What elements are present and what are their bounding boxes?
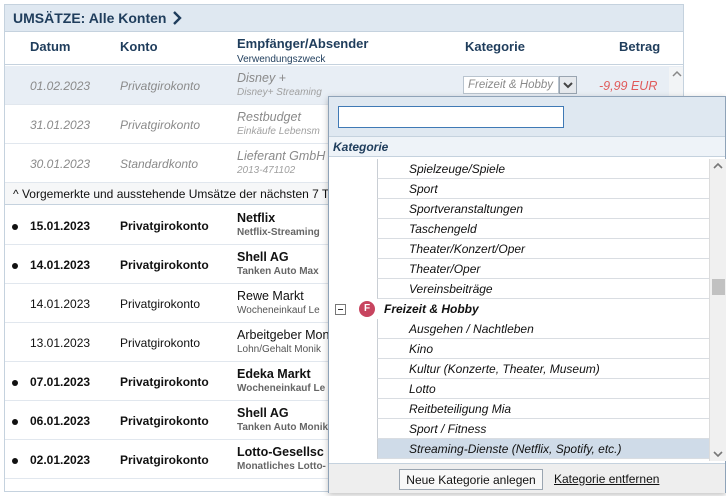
row-account: Privatgirokonto xyxy=(120,414,209,428)
category-item[interactable]: Sport / Fitness xyxy=(377,419,709,439)
unread-dot-icon xyxy=(12,458,18,464)
chevron-right-icon xyxy=(173,11,183,25)
row-purpose: Monatliches Lotto- xyxy=(237,461,326,472)
row-date: 02.01.2023 xyxy=(30,453,91,467)
page-title: UMSÄTZE: Alle Konten xyxy=(13,10,167,26)
row-account: Privatgirokonto xyxy=(120,258,209,272)
category-item[interactable]: Theater/Oper xyxy=(377,259,709,279)
row-purpose: Tanken Auto Max xyxy=(237,266,319,277)
row-purpose: Tanken Auto Monik xyxy=(237,422,329,433)
row-payee: Disney + xyxy=(237,71,286,85)
row-account: Privatgirokonto xyxy=(120,453,209,467)
row-payee: Restbudget xyxy=(237,110,301,124)
category-item[interactable]: Reitbeteiligung Mia xyxy=(377,399,709,419)
row-account: Privatgirokonto xyxy=(120,297,201,311)
col-kategorie[interactable]: Kategorie xyxy=(465,39,525,54)
unread-dot-icon xyxy=(12,419,18,425)
row-payee: Lotto-Gesellsc xyxy=(237,445,324,459)
row-purpose: 2013-471102 xyxy=(237,165,296,176)
category-item[interactable]: Sportveranstaltungen xyxy=(377,199,709,219)
row-date: 31.01.2023 xyxy=(30,118,91,132)
row-payee: Shell AG xyxy=(237,250,289,264)
row-account: Privatgirokonto xyxy=(120,336,201,350)
category-item[interactable]: Theater/Konzert/Oper xyxy=(377,239,709,259)
scrollbar-thumb[interactable] xyxy=(712,279,725,295)
col-datum[interactable]: Datum xyxy=(30,39,70,54)
row-account: Privatgirokonto xyxy=(120,219,209,233)
category-dropdown: Kategorie Spielzeuge/Spiele Sport Sportv… xyxy=(328,96,726,493)
row-purpose: Einkäufe Lebensm xyxy=(237,126,320,137)
remove-category-link[interactable]: Kategorie entfernen xyxy=(554,472,659,486)
category-group-label: Freizeit & Hobby xyxy=(384,302,479,316)
category-item[interactable]: Taschengeld xyxy=(377,219,709,239)
row-account: Privatgirokonto xyxy=(120,118,201,132)
category-item[interactable]: Sport xyxy=(377,179,709,199)
new-category-button[interactable]: Neue Kategorie anlegen xyxy=(399,469,543,490)
row-payee: Netflix xyxy=(237,211,276,225)
row-payee: Shell AG xyxy=(237,406,289,420)
unread-dot-icon xyxy=(12,263,18,269)
dropdown-button[interactable] xyxy=(559,76,577,94)
category-item[interactable]: Spielzeuge/Spiele xyxy=(377,159,709,179)
column-header: Datum Konto Empfänger/Absender Verwendun… xyxy=(5,33,683,65)
category-item-selected[interactable]: Streaming-Dienste (Netflix, Spotify, etc… xyxy=(377,439,709,459)
row-amount: -9,99 EUR xyxy=(599,79,658,93)
row-account: Privatgirokonto xyxy=(120,79,201,93)
category-select[interactable]: Freizeit & Hobby xyxy=(463,76,559,94)
col-verwendungszweck: Verwendungszweck xyxy=(237,54,326,65)
category-item[interactable]: Lotto xyxy=(377,379,709,399)
row-date: 30.01.2023 xyxy=(30,157,91,171)
row-payee: Rewe Markt xyxy=(237,289,304,303)
row-purpose: Netflix-Streaming xyxy=(237,227,320,238)
chevron-down-icon xyxy=(563,82,573,89)
row-date: 14.01.2023 xyxy=(30,297,91,311)
category-search-input[interactable] xyxy=(338,106,564,128)
row-date: 06.01.2023 xyxy=(30,414,91,428)
category-item[interactable]: Ausgehen / Nachtleben xyxy=(377,319,709,339)
scroll-down-icon[interactable] xyxy=(712,449,724,459)
row-date: 01.02.2023 xyxy=(30,79,91,93)
category-list-header: Kategorie xyxy=(329,137,725,157)
row-account: Standardkonto xyxy=(120,157,199,171)
row-date: 07.01.2023 xyxy=(30,375,91,389)
row-payee: Lieferant GmbH xyxy=(237,149,326,163)
row-account: Privatgirokonto xyxy=(120,375,209,389)
row-purpose: Wocheneinkauf Le xyxy=(237,305,320,316)
category-badge-icon: F xyxy=(359,301,375,317)
dropdown-footer: Neue Kategorie anlegen Kategorie entfern… xyxy=(329,463,725,493)
row-payee: Edeka Markt xyxy=(237,367,311,381)
row-purpose: Wocheneinkauf Le xyxy=(237,383,326,394)
row-payee: Arbeitgeber Mon xyxy=(237,328,330,342)
unread-dot-icon xyxy=(12,224,18,230)
category-search-bar xyxy=(329,97,725,137)
collapse-icon[interactable] xyxy=(335,304,346,315)
scroll-up-icon[interactable] xyxy=(712,161,724,171)
category-scrollbar[interactable] xyxy=(709,159,726,461)
category-item[interactable]: Kultur (Konzerte, Theater, Museum) xyxy=(377,359,709,379)
scroll-up-icon[interactable] xyxy=(669,67,684,81)
row-date: 13.01.2023 xyxy=(30,336,91,350)
row-purpose: Disney+ Streaming xyxy=(237,87,322,98)
title-bar[interactable]: UMSÄTZE: Alle Konten xyxy=(5,5,683,32)
row-purpose: Lohn/Gehalt Monik xyxy=(237,344,321,355)
category-item[interactable]: Kino xyxy=(377,339,709,359)
category-tree: Spielzeuge/Spiele Sport Sportveranstaltu… xyxy=(329,159,709,461)
row-date: 15.01.2023 xyxy=(30,219,91,233)
category-item[interactable]: Vereinsbeiträge xyxy=(377,279,709,299)
category-group-freizeit[interactable]: F Freizeit & Hobby xyxy=(329,299,709,319)
col-konto[interactable]: Konto xyxy=(120,39,158,54)
unread-dot-icon xyxy=(12,380,18,386)
row-date: 14.01.2023 xyxy=(30,258,91,272)
col-empfaenger[interactable]: Empfänger/Absender xyxy=(237,36,368,51)
col-betrag[interactable]: Betrag xyxy=(619,39,660,54)
